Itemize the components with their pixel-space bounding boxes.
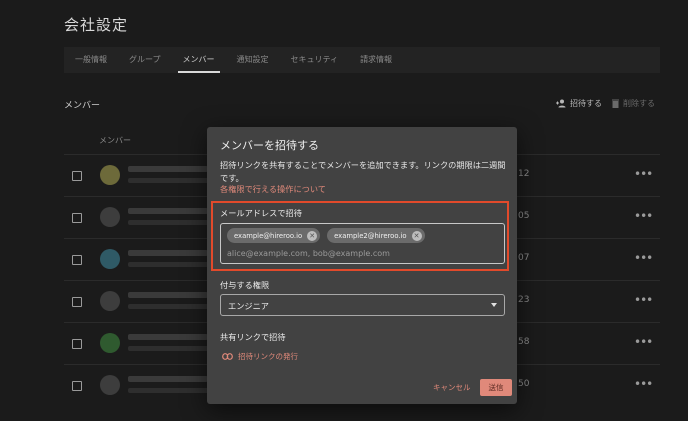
row-value: 50 — [518, 379, 530, 389]
tab-security[interactable]: セキュリティ — [280, 47, 350, 73]
member-name — [128, 334, 208, 340]
row-value: 05 — [518, 211, 530, 221]
generate-invite-link-button[interactable]: 招待リンクの発行 — [222, 351, 298, 362]
member-name — [128, 376, 208, 382]
permissions-help-link[interactable]: 各権限で行える操作について — [220, 183, 326, 195]
share-link-label: 招待リンクの発行 — [238, 352, 298, 361]
row-checkbox[interactable] — [72, 297, 82, 307]
member-email — [128, 388, 218, 393]
invite-label: 招待する — [570, 99, 602, 108]
role-select[interactable]: エンジニア — [220, 294, 505, 316]
avatar — [100, 165, 120, 185]
tab-members[interactable]: メンバー — [172, 47, 226, 73]
delete-label: 削除する — [623, 99, 655, 108]
avatar — [100, 291, 120, 311]
member-name — [128, 250, 208, 256]
invite-member-button[interactable]: 招待する — [556, 98, 602, 109]
more-options-icon[interactable]: ••• — [634, 335, 653, 349]
row-checkbox[interactable] — [72, 171, 82, 181]
row-value: 07 — [518, 253, 530, 263]
tab-notifications[interactable]: 通知設定 — [226, 47, 280, 73]
trash-icon — [612, 99, 619, 108]
row-checkbox[interactable] — [72, 381, 82, 391]
avatar — [100, 375, 120, 395]
dialog-title: メンバーを招待する — [220, 139, 319, 152]
more-options-icon[interactable]: ••• — [634, 167, 653, 181]
member-email — [128, 304, 218, 309]
avatar — [100, 207, 120, 227]
section-title: メンバー — [64, 101, 101, 111]
member-email — [128, 178, 218, 183]
share-link-section-label: 共有リンクで招待 — [220, 332, 286, 342]
dropdown-arrow-icon — [491, 303, 497, 307]
row-checkbox[interactable] — [72, 213, 82, 223]
avatar — [100, 249, 120, 269]
more-options-icon[interactable]: ••• — [634, 251, 653, 265]
member-name — [128, 292, 208, 298]
member-email — [128, 262, 218, 267]
more-options-icon[interactable]: ••• — [634, 209, 653, 223]
row-checkbox[interactable] — [72, 255, 82, 265]
role-select-value: エンジニア — [228, 301, 269, 311]
email-field-highlight — [211, 201, 509, 271]
role-label: 付与する権限 — [220, 280, 270, 290]
member-email — [128, 346, 218, 351]
row-value: 12 — [518, 169, 530, 179]
dialog-description: 招待リンクを共有することでメンバーを追加できます。リンクの期限は二週間です。 — [220, 160, 506, 183]
tab-general[interactable]: 一般情報 — [64, 47, 118, 73]
member-name — [128, 208, 208, 214]
more-options-icon[interactable]: ••• — [634, 377, 653, 391]
settings-tabs: 一般情報 グループ メンバー 通知設定 セキュリティ 請求情報 — [64, 47, 660, 73]
column-header-member: メンバー — [99, 136, 131, 145]
cancel-button[interactable]: キャンセル — [433, 382, 471, 393]
delete-member-button[interactable]: 削除する — [612, 98, 655, 109]
row-value: 23 — [518, 295, 530, 305]
tab-billing[interactable]: 請求情報 — [349, 47, 403, 73]
send-button[interactable]: 送信 — [480, 379, 512, 396]
member-name — [128, 166, 208, 172]
page-title: 会社設定 — [64, 16, 129, 34]
link-icon — [222, 353, 233, 360]
add-person-icon — [556, 99, 566, 108]
tab-groups[interactable]: グループ — [118, 47, 172, 73]
row-value: 58 — [518, 337, 530, 347]
avatar — [100, 333, 120, 353]
member-email — [128, 220, 218, 225]
more-options-icon[interactable]: ••• — [634, 293, 653, 307]
row-checkbox[interactable] — [72, 339, 82, 349]
